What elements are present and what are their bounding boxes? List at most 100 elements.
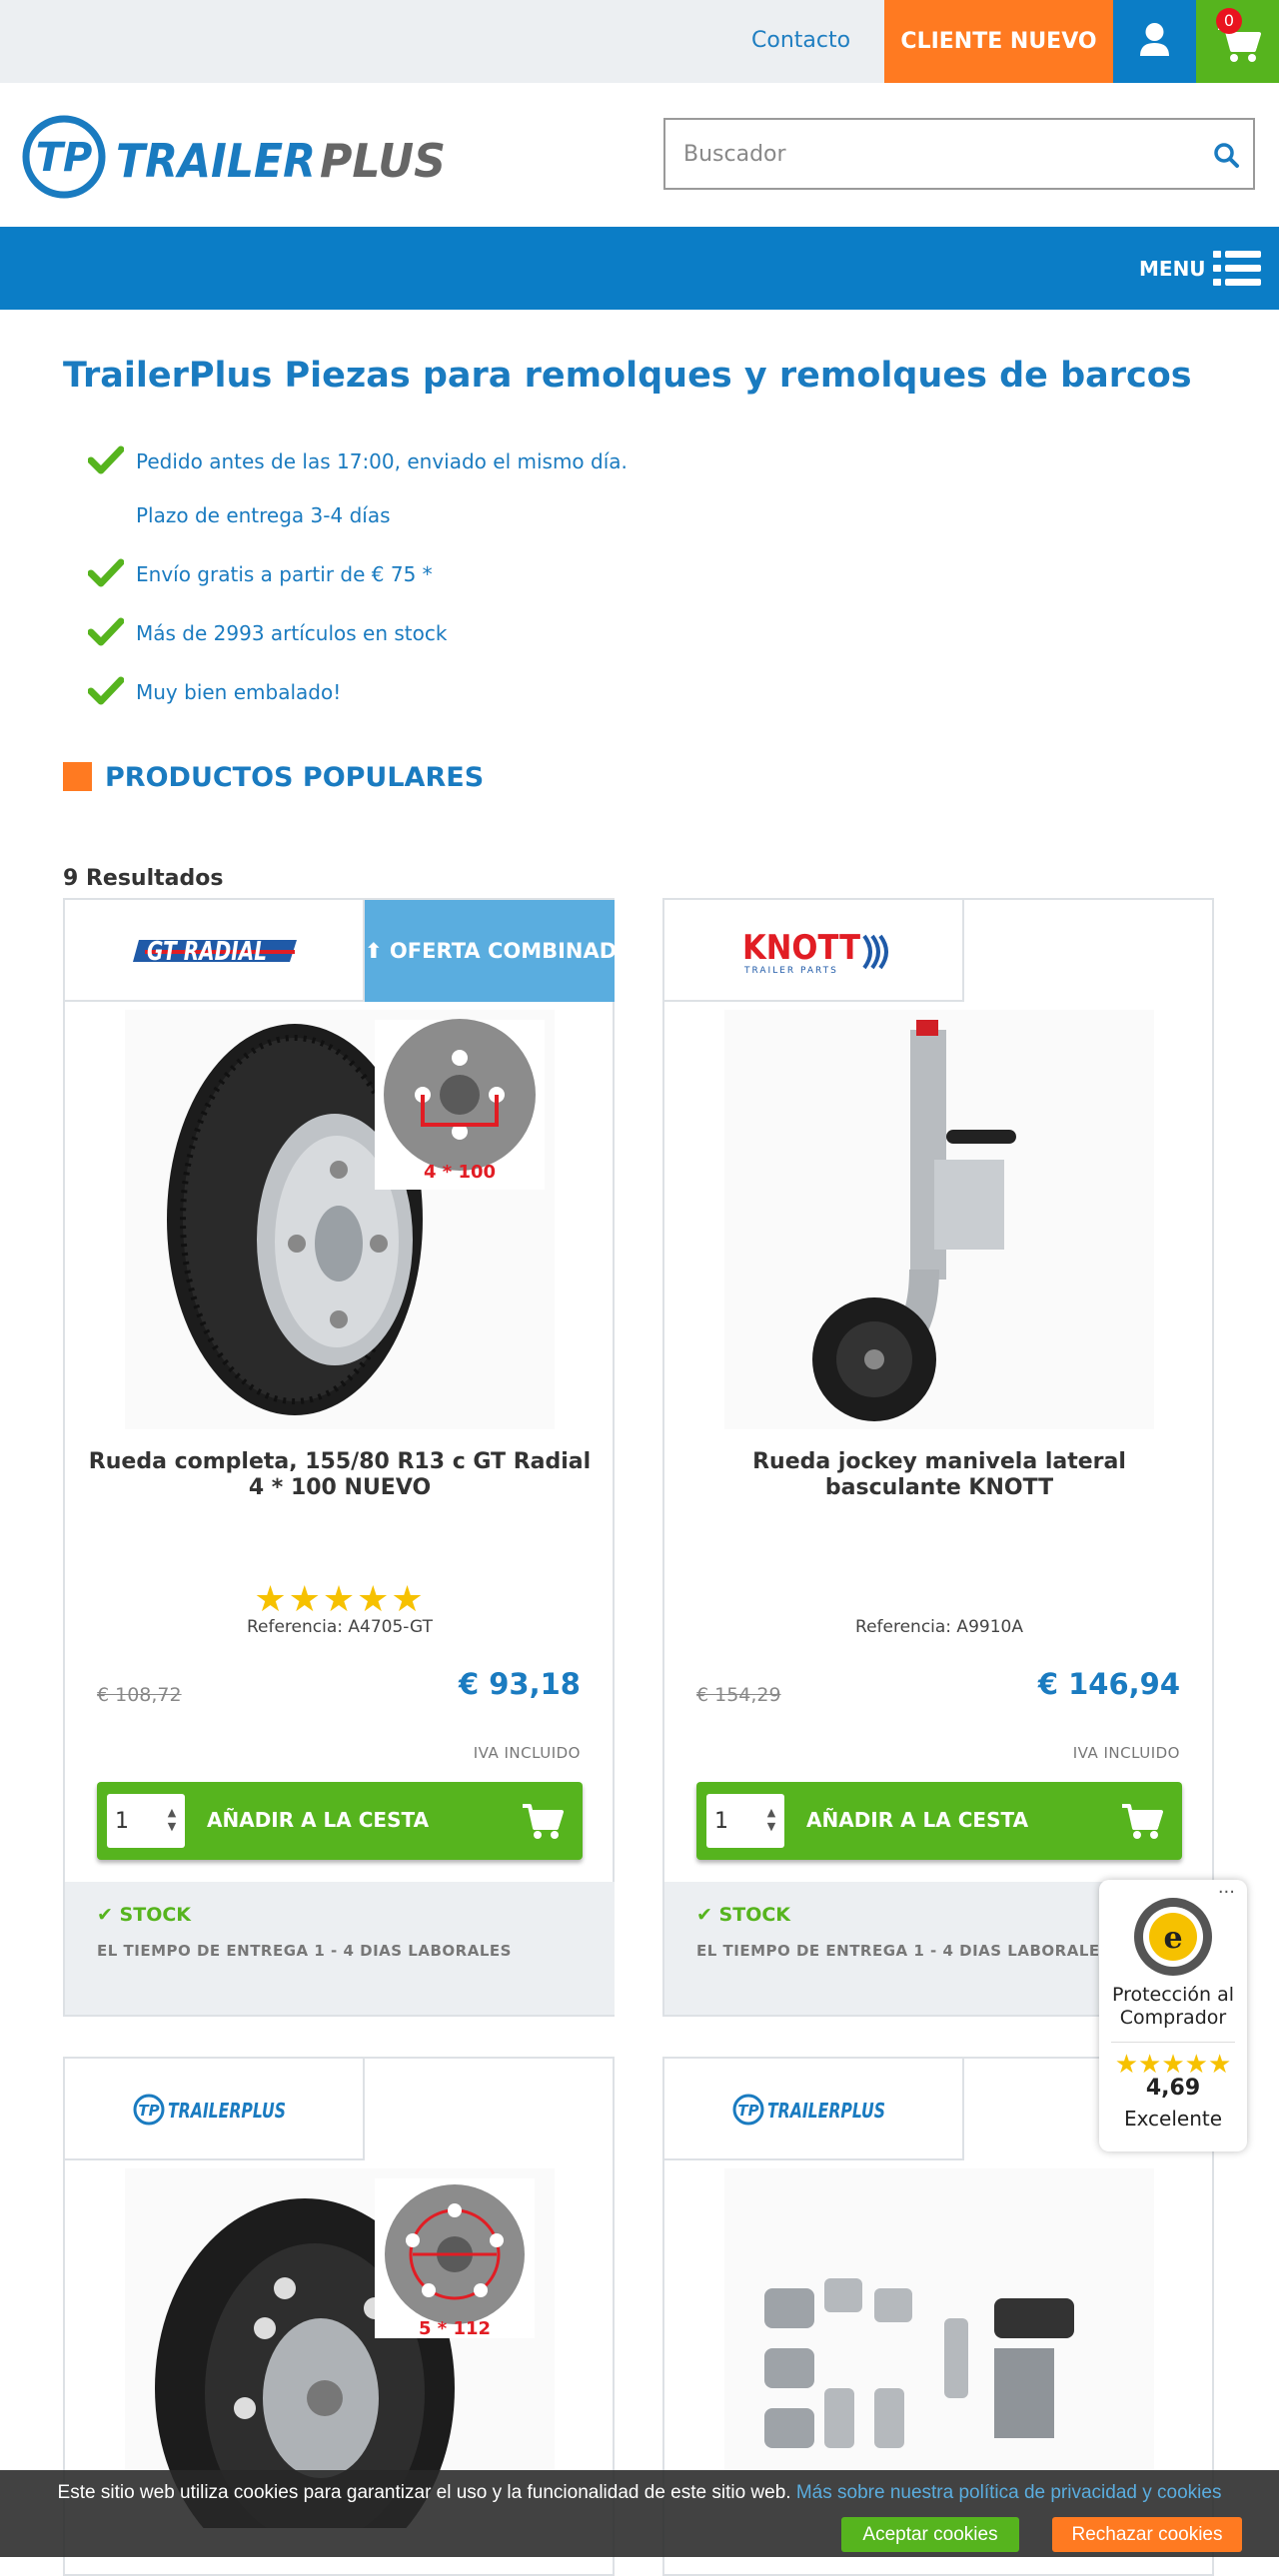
header: TP TRAILER PLUS	[0, 83, 1279, 227]
svg-text:PLUS: PLUS	[320, 134, 446, 188]
gift-icon: ⬆	[365, 939, 383, 963]
old-price: € 154,29	[696, 1684, 781, 1706]
checkmark-icon	[88, 558, 124, 587]
stepper-arrows-icon[interactable]: ▲ ▼	[764, 1806, 778, 1836]
svg-text:TRAILER: TRAILER	[116, 134, 316, 188]
rating-label: Excelente	[1123, 2107, 1223, 2131]
product-reference: Referencia: A4705-GT	[246, 1617, 434, 1637]
product-reference: Referencia: A9910A	[855, 1617, 1023, 1637]
reject-cookies-button[interactable]: Rechazar cookies	[1052, 2517, 1242, 2552]
feature-item: Muy bien embalado!	[88, 676, 787, 710]
cookie-banner: Este sitio web utiliza cookies para gara…	[0, 2470, 1279, 2557]
brand-text: TRAILERPLUS	[168, 2099, 286, 2123]
brand-text: TRAILERPLUS	[767, 2099, 885, 2123]
feature-text: Envío gratis a partir de € 75 *	[136, 562, 433, 586]
brand-text: KNOTT	[742, 928, 861, 968]
product-card[interactable]: KNOTT TRAILER PARTS Rueda jockey manivel…	[662, 898, 1214, 2017]
brand-logo-knott: KNOTT TRAILER PARTS	[664, 900, 964, 1002]
stock-label: STOCK	[718, 1904, 791, 1926]
offer-label: OFERTA COMBINADA	[389, 939, 615, 963]
checkmark-icon	[88, 445, 124, 474]
feature-item: Más de 2993 artículos en stock	[88, 617, 787, 651]
cart-icon	[1122, 1804, 1163, 1839]
svg-text:e: e	[1163, 1921, 1182, 1956]
svg-text:TP: TP	[36, 135, 93, 181]
stepper-arrows-icon[interactable]: ▲ ▼	[165, 1806, 179, 1836]
trailerplus-logo[interactable]: TP TRAILER PLUS	[22, 111, 452, 203]
product-card[interactable]: GT RADIAL ⬆ OFERTA COMBINADA 4 * 100 Rue…	[63, 898, 615, 2017]
check-circle-icon: ✔	[97, 1904, 113, 1926]
delivery-time: EL TIEMPO DE ENTREGA 1 - 4 DIAS LABORALE…	[696, 1942, 1111, 1960]
old-price: € 108,72	[97, 1684, 182, 1706]
current-price: € 146,94	[1037, 1667, 1180, 1701]
svg-text:TP: TP	[737, 2102, 758, 2120]
delivery-time: EL TIEMPO DE ENTREGA 1 - 4 DIAS LABORALE…	[97, 1942, 512, 1960]
brand-logo-gt-radial: GT RADIAL	[65, 900, 365, 1002]
cart-icon	[523, 1804, 564, 1839]
quantity-input[interactable]	[714, 1808, 754, 1834]
menu-label[interactable]: MENU	[1139, 257, 1206, 281]
user-icon	[1140, 23, 1169, 56]
vat-included-label: IVA INCLUIDO	[473, 1744, 581, 1762]
rating-stars: ★★★★★	[254, 1579, 426, 1620]
trusted-shops-widget[interactable]: ··· e Protección al Comprador ★★★★★ 4,69…	[1099, 1880, 1247, 2151]
product-image-tire[interactable]: 4 * 100	[125, 1010, 555, 1429]
main-navbar: MENU	[0, 227, 1279, 310]
new-client-button[interactable]: CLIENTE NUEVO	[884, 0, 1113, 83]
add-to-cart-button[interactable]: ▲▼ AÑADIR A LA CESTA	[97, 1782, 583, 1860]
vat-included-label: IVA INCLUIDO	[1072, 1744, 1180, 1762]
brand-subtext: TRAILER PARTS	[743, 966, 838, 976]
stock-status: ✔ STOCK	[97, 1904, 191, 1926]
feature-text: Plazo de entrega 3-4 días	[136, 503, 391, 527]
search-icon[interactable]	[1211, 140, 1241, 170]
feature-text: Muy bien embalado!	[136, 680, 342, 704]
current-price: € 93,18	[458, 1667, 581, 1701]
bolt-pattern-label: 4 * 100	[424, 1162, 496, 1183]
results-count: 9 Resultados	[63, 866, 224, 891]
product-title[interactable]: Rueda completa, 155/80 R13 c GT Radial 4…	[85, 1449, 595, 1501]
checkmark-icon	[88, 676, 124, 705]
brand-logo-trailerplus: TP TRAILERPLUS	[664, 2059, 964, 2160]
svg-text:TP: TP	[138, 2102, 159, 2120]
divider	[1111, 2042, 1235, 2043]
search-input[interactable]	[683, 138, 1183, 170]
contact-link[interactable]: Contacto	[751, 28, 850, 53]
combined-offer-badge[interactable]: ⬆ OFERTA COMBINADA	[365, 900, 615, 1002]
cookie-text: Este sitio web utiliza cookies para gara…	[57, 2482, 791, 2503]
checkmark-icon	[88, 617, 124, 646]
feature-item: Plazo de entrega 3-4 días	[88, 499, 787, 533]
feature-item: Pedido antes de las 17:00, enviado el mi…	[88, 445, 787, 479]
cookie-message: Este sitio web utiliza cookies para gara…	[0, 2482, 1279, 2504]
more-options-icon[interactable]: ···	[1218, 1882, 1235, 1903]
accept-cookies-button[interactable]: Aceptar cookies	[841, 2517, 1019, 2552]
add-to-cart-label: AÑADIR A LA CESTA	[806, 1808, 1029, 1832]
product-title[interactable]: Rueda jockey manivela lateral basculante…	[684, 1449, 1194, 1501]
bolt-pattern-label: 5 * 112	[419, 2318, 491, 2339]
quantity-stepper[interactable]: ▲▼	[107, 1794, 185, 1848]
section-marker	[63, 762, 92, 791]
check-circle-icon: ✔	[696, 1904, 712, 1926]
feature-item: Envío gratis a partir de € 75 *	[88, 558, 787, 592]
add-to-cart-label: AÑADIR A LA CESTA	[207, 1808, 430, 1832]
brand-text: GT RADIAL	[147, 937, 267, 967]
search-box	[663, 118, 1255, 190]
feature-text: Más de 2993 artículos en stock	[136, 621, 448, 645]
feature-text: Pedido antes de las 17:00, enviado el mi…	[136, 449, 628, 473]
top-bar: Contacto CLIENTE NUEVO 0	[0, 0, 1279, 83]
brand-logo-trailerplus: TP TRAILERPLUS	[65, 2059, 365, 2160]
stock-label: STOCK	[119, 1904, 192, 1926]
rating-score: 4,69	[1145, 2076, 1201, 2101]
product-image-jockey-wheel[interactable]	[724, 1010, 1154, 1429]
buyer-protection-label: Protección al Comprador	[1111, 1984, 1235, 2029]
quantity-stepper[interactable]: ▲▼	[706, 1794, 784, 1848]
privacy-policy-link[interactable]: Más sobre nuestra política de privacidad…	[796, 2482, 1222, 2503]
quantity-input[interactable]	[115, 1808, 155, 1834]
trusted-shops-seal-icon: e	[1134, 1898, 1212, 1976]
hamburger-menu-icon[interactable]	[1213, 249, 1261, 289]
stock-info: ✔ STOCK EL TIEMPO DE ENTREGA 1 - 4 DIAS …	[65, 1882, 615, 2015]
cart-count-badge: 0	[1216, 8, 1242, 34]
section-title: PRODUCTOS POPULARES	[105, 762, 485, 793]
stock-status: ✔ STOCK	[696, 1904, 790, 1926]
add-to-cart-button[interactable]: ▲▼ AÑADIR A LA CESTA	[696, 1782, 1182, 1860]
account-button[interactable]	[1113, 0, 1196, 83]
